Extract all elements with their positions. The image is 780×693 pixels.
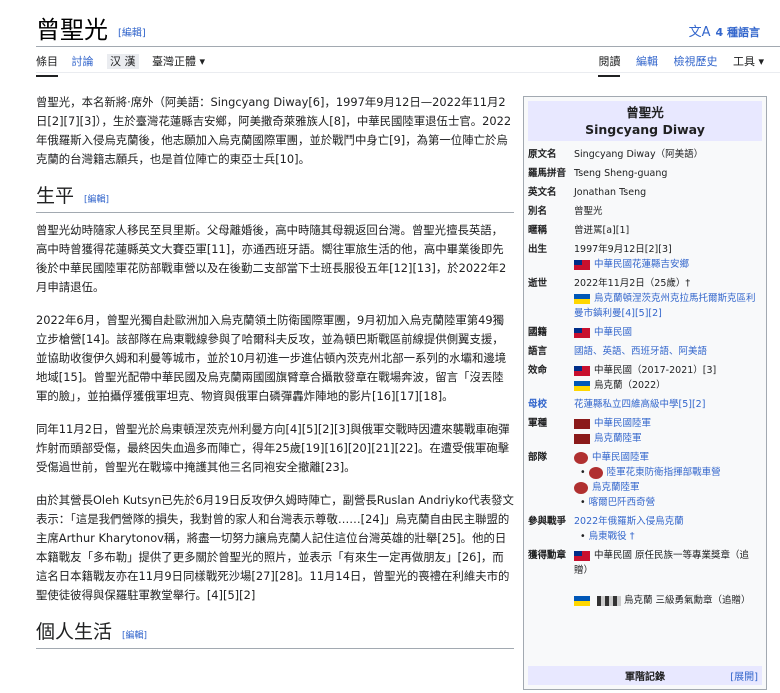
- article-body: 曾聖光，本名新將·席外（阿美語：Singcyang Diway[6]，1997年…: [36, 93, 514, 657]
- ukraine-flag-icon: [574, 595, 590, 606]
- roc-flag-icon: [574, 327, 590, 338]
- unit-emblem-icon: [588, 466, 603, 479]
- infobox-header: 曾聖光 Singcyang Diway: [528, 101, 762, 141]
- infobox-row: 出生 1997年9月12日[2][3] 中華民國花蓮縣吉安鄉: [528, 244, 690, 270]
- roc-flag-icon: [574, 365, 590, 376]
- tab-article[interactable]: 條目: [36, 55, 58, 77]
- infobox-row: 獲得勳章 中華民國 原任民族一等專業獎章（追贈） 烏克蘭 三級勇氣勳章（追贈）: [528, 550, 751, 606]
- army-flag-icon: [574, 418, 590, 429]
- title-divider: [36, 46, 780, 47]
- tab-edit[interactable]: 編輯: [636, 55, 658, 68]
- tabs-divider: [36, 72, 780, 73]
- section-heading-bio: 生平 [編輯]: [36, 187, 514, 213]
- page-actions: 閱讀 編輯 檢視歷史 工具 ▾: [586, 53, 764, 77]
- infobox-row: 暱稱 曾迸駡[a][1]: [528, 225, 630, 236]
- tools-menu[interactable]: 工具 ▾: [733, 55, 764, 68]
- page-title: 曾聖光 [編輯]: [36, 16, 146, 44]
- infobox-row: 羅馬拼音 Tseng Sheng-guang: [528, 168, 668, 179]
- ukraine-flag-icon: [574, 293, 590, 304]
- infobox-row: 英文名 Jonathan Tseng: [528, 187, 647, 198]
- section-edit-link[interactable]: [編輯]: [122, 631, 147, 641]
- language-button[interactable]: 文A 4 種語言: [689, 21, 760, 40]
- roc-flag-icon: [574, 259, 590, 270]
- infobox-row: 國籍 中華民國: [528, 327, 633, 338]
- expand-toggle[interactable]: [展開]: [730, 668, 758, 683]
- cross-emblem-icon: [574, 481, 588, 494]
- roc-flag-icon: [574, 550, 590, 561]
- section-heading-personal: 個人生活 [編輯]: [36, 623, 514, 649]
- tab-talk[interactable]: 討論: [72, 55, 94, 68]
- infobox-row: 效命 中華民國（2017-2021）[3] 烏克蘭（2022）: [528, 365, 717, 391]
- tab-history[interactable]: 檢視歷史: [673, 55, 717, 68]
- tab-read[interactable]: 閱讀: [598, 55, 621, 77]
- medal-ribbon-icon: [597, 595, 621, 606]
- title-edit-link[interactable]: [編輯]: [118, 28, 146, 39]
- infobox-row: 別名 曾聖光: [528, 206, 603, 217]
- section-edit-link[interactable]: [編輯]: [84, 195, 109, 205]
- page-tabs: 條目 討論 汉 漢 臺灣正體 ▾: [36, 53, 215, 77]
- bio-paragraph-1: 曾聖光幼時隨家人移民至貝里斯。父母離婚後，高中時隨其母親返回台灣。曾聖光擅長英語…: [36, 223, 507, 294]
- infobox-footer: 軍階記錄 [展開]: [528, 666, 762, 685]
- tab-locale[interactable]: 臺灣正體 ▾: [152, 55, 205, 68]
- tab-variant[interactable]: 汉 漢: [107, 54, 139, 69]
- infobox-row: 語言 國語、英語、西班牙語、阿美語: [528, 346, 708, 357]
- bio-paragraph-3: 同年11月2日，曾聖光於烏東頓涅茨克州利曼方向[4][5][2][3]與俄軍交戰…: [36, 422, 510, 474]
- infobox-row: 軍種 中華民國陸軍 烏克蘭陸軍: [528, 418, 652, 444]
- army-flag-icon: [574, 433, 590, 444]
- bio-paragraph-2: 2022年6月，曾聖光獨自赴歐洲加入烏克蘭領土防衛國際軍團，9月初加入烏克蘭陸軍…: [36, 313, 507, 403]
- infobox-row: 參與戰爭 2022年俄羅斯入侵烏克蘭 • 烏東戰役 †: [528, 516, 684, 542]
- infobox-row: 原文名 Singcyang Diway（阿美語）: [528, 149, 704, 160]
- ukraine-flag-icon: [574, 380, 590, 391]
- bio-paragraph-4: 由於其營長Oleh Kutsyn已先於6月19日反攻伊久姆時陣亡，副營長Rusl…: [36, 493, 514, 602]
- translate-icon: 文A: [688, 25, 711, 40]
- infobox-row: 母校 花蓮縣私立四維高級中學[5][2]: [528, 399, 706, 410]
- infobox: 曾聖光 Singcyang Diway 原文名 Singcyang Diway（阿美…: [523, 96, 767, 690]
- infobox-row: 逝世 2022年11月2日（25歲）† 烏克蘭頓涅茨克州克拉馬托爾斯克區利曼市鎮利曼…: [528, 278, 756, 319]
- infobox-row: 部隊 中華民國陸軍 • 陸軍花東防衛指揮部戰車營 烏克蘭陸軍 • 喀爾巴阡西奇營: [528, 451, 721, 508]
- army-emblem-icon: [574, 451, 588, 464]
- lead-paragraph: 曾聖光，本名新將·席外（阿美語：Singcyang Diway[6]，1997年…: [36, 95, 512, 166]
